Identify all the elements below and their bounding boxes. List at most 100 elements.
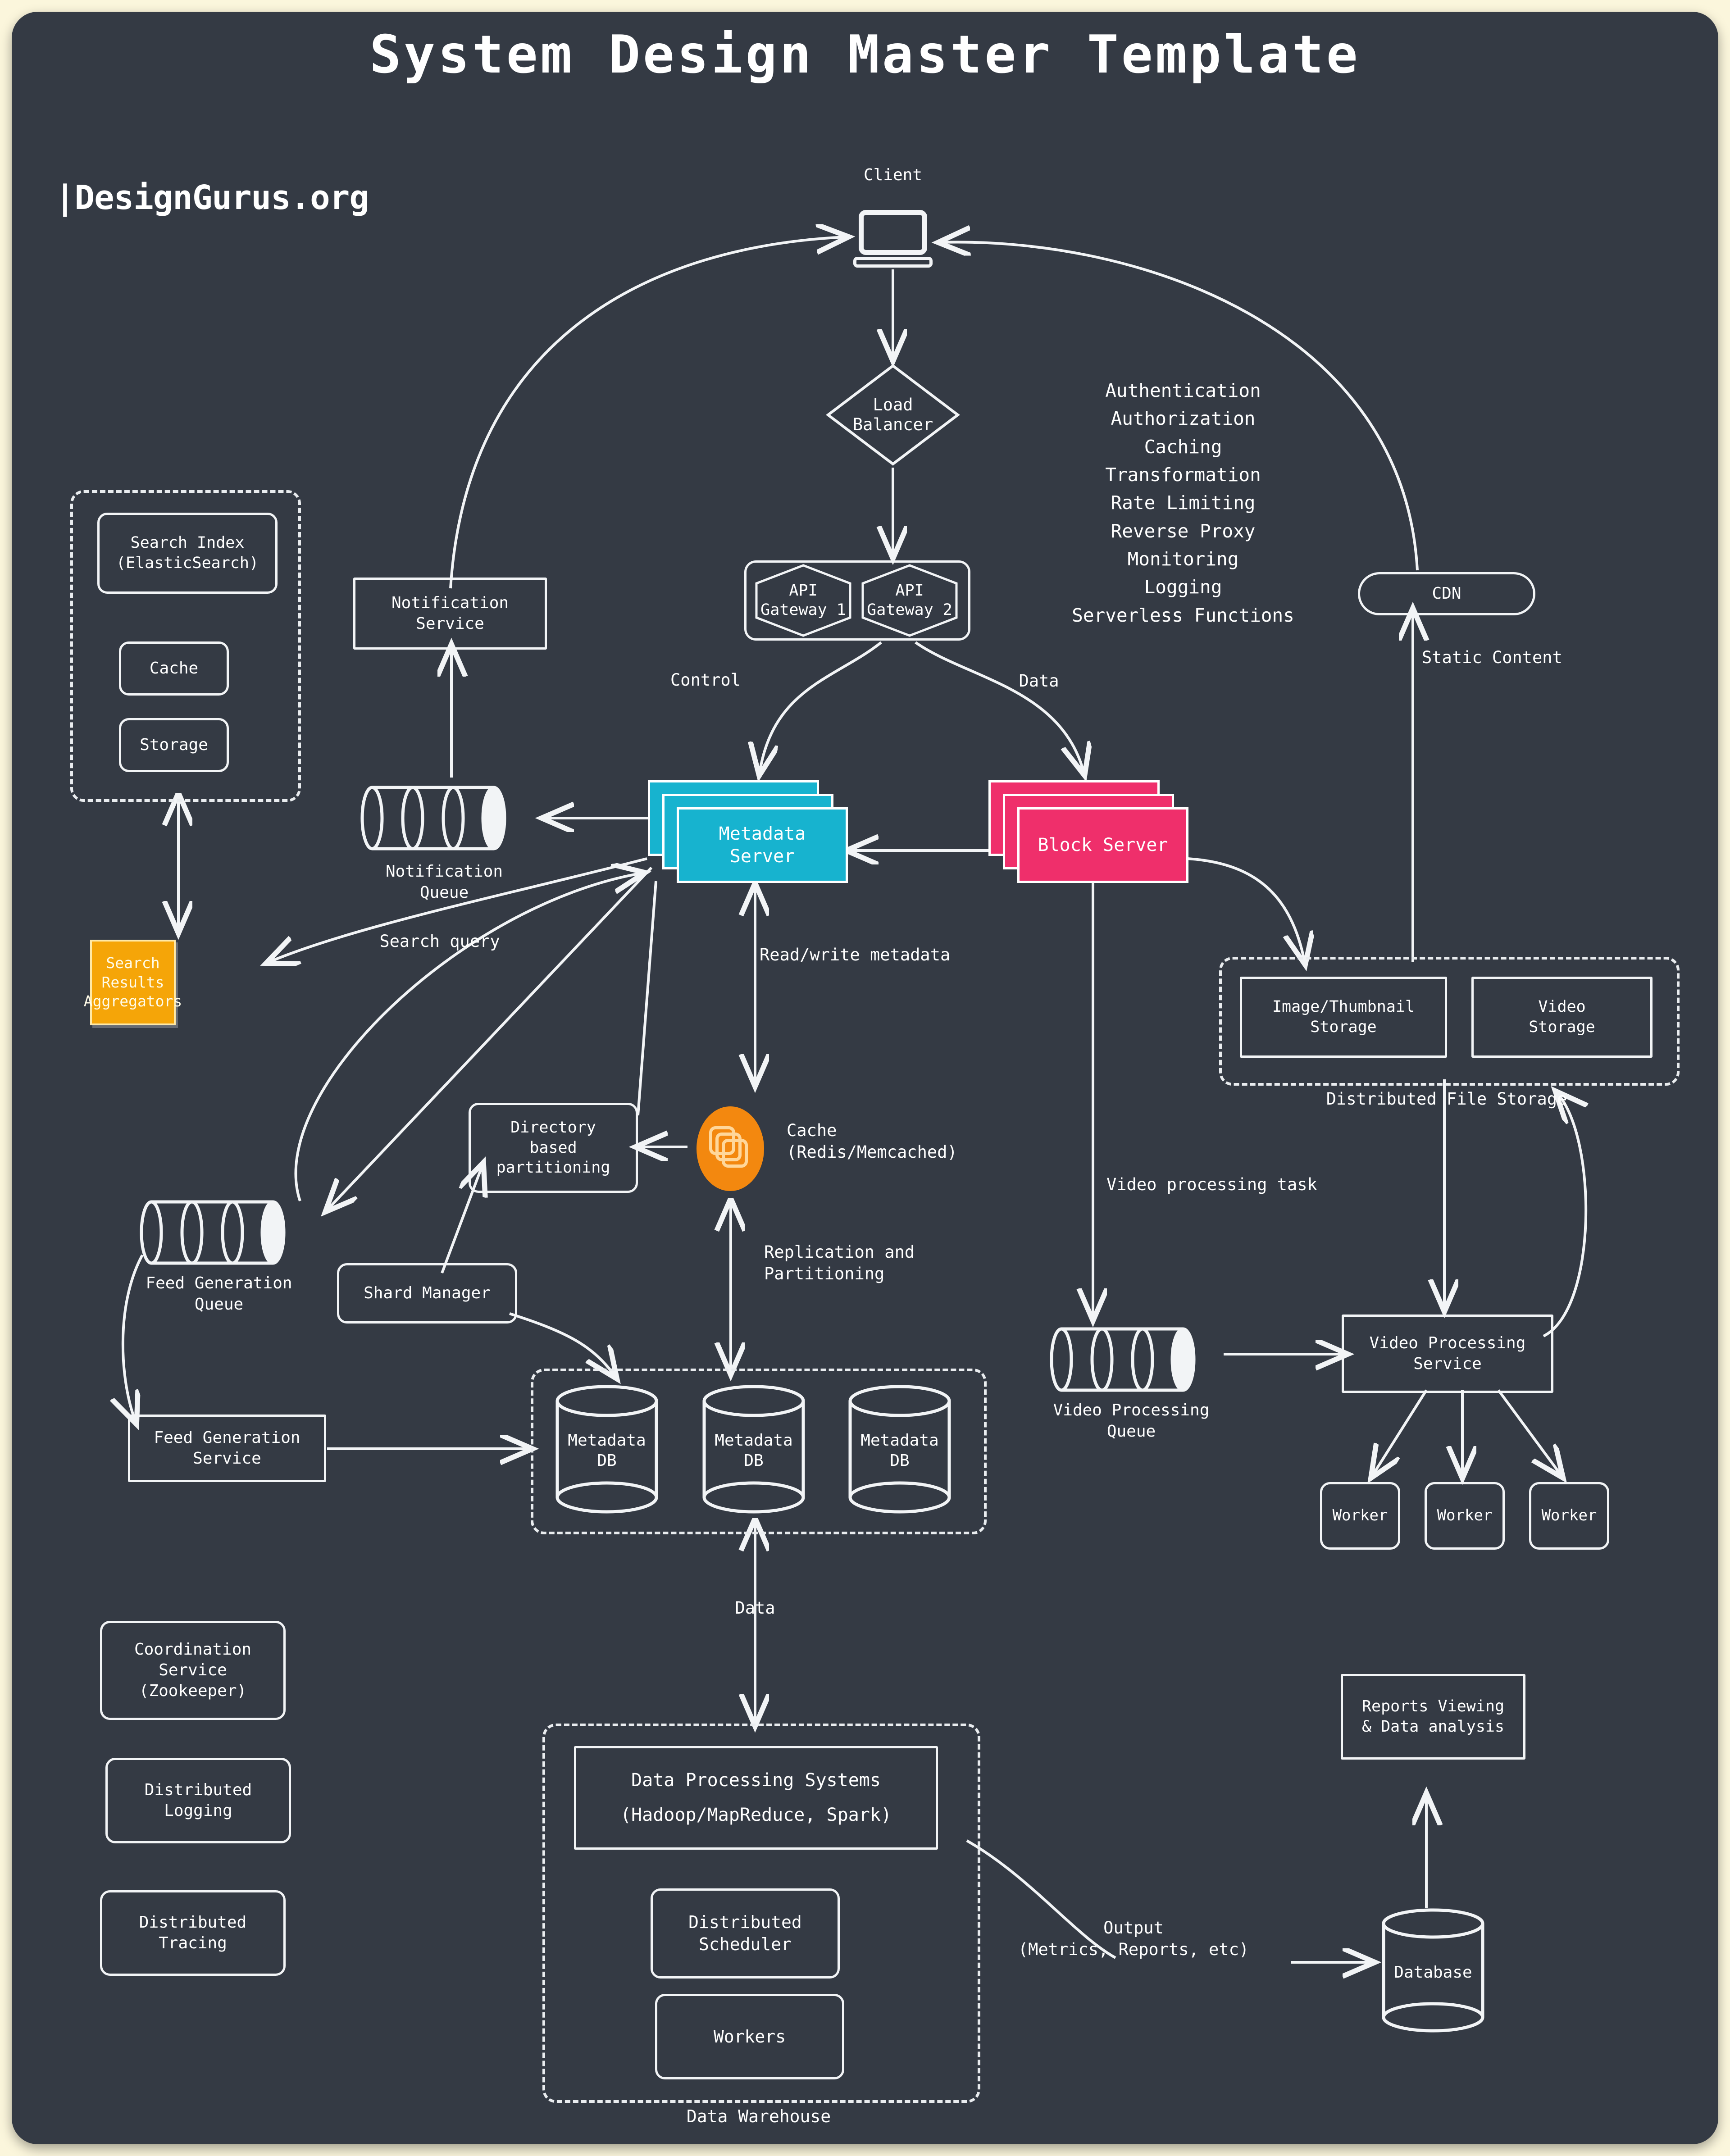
metadata-db-3-label: Metadata DB xyxy=(860,1431,939,1470)
api-gateway-1-node[interactable]: API Gateway 1 xyxy=(754,563,852,638)
video-processing-queue-node[interactable] xyxy=(1048,1319,1210,1400)
distributed-logging-node[interactable]: Distributed Logging xyxy=(105,1758,291,1843)
database-node[interactable]: Database xyxy=(1377,1907,1489,2033)
notification-queue-label: Notification Queue xyxy=(385,862,503,902)
gateway-feature-item: Monitoring xyxy=(1127,548,1239,570)
output-edge-label: Output (Metrics, Reports, etc) xyxy=(1018,1918,1249,1960)
distributed-scheduler-node[interactable]: Distributed Scheduler xyxy=(651,1888,840,1979)
metadata-db-2-label: Metadata DB xyxy=(715,1431,793,1470)
worker-3-label: Worker xyxy=(1541,1506,1597,1525)
distributed-logging-label: Distributed Logging xyxy=(144,1780,252,1820)
control-edge-label: Control xyxy=(670,670,741,690)
metadata-db-2-node[interactable]: Metadata DB xyxy=(697,1384,810,1515)
gateway-feature-item: Authentication xyxy=(1105,380,1261,401)
search-query-edge-label: Search query xyxy=(379,932,500,951)
feed-generation-service-label: Feed Generation Service xyxy=(154,1428,300,1468)
notification-service-label: Notification Service xyxy=(391,593,509,633)
search-storage-label: Storage xyxy=(140,735,208,754)
data-processing-systems-label: Data Processing Systems xyxy=(631,1769,881,1791)
image-thumbnail-storage-label: Image/Thumbnail Storage xyxy=(1272,998,1415,1036)
gateway-feature-item: Reverse Proxy xyxy=(1111,520,1256,542)
worker-2-node[interactable]: Worker xyxy=(1425,1482,1505,1550)
gateway-feature-item: Authorization xyxy=(1111,408,1256,430)
metadata-server-label: Metadata Server xyxy=(719,823,806,867)
worker-2-label: Worker xyxy=(1437,1506,1493,1525)
search-index-label: Search Index (ElasticSearch) xyxy=(116,534,259,572)
search-storage-node[interactable]: Storage xyxy=(119,718,229,772)
distributed-tracing-label: Distributed Tracing xyxy=(139,1913,247,1952)
gateway-feature-list: Authentication Authorization Caching Transf… xyxy=(1039,377,1327,629)
brand-watermark: |DesignGurus.org xyxy=(55,178,369,217)
reports-viewing-node[interactable]: Reports Viewing & Data analysis xyxy=(1341,1674,1525,1760)
gateway-feature-item: Rate Limiting xyxy=(1111,492,1256,514)
reports-viewing-label: Reports Viewing & Data analysis xyxy=(1361,1697,1505,1736)
load-balancer-label: Load Balancer xyxy=(852,395,933,434)
data-processing-systems-node[interactable]: Data Processing Systems (Hadoop/MapReduc… xyxy=(574,1746,938,1850)
coordination-service-label: Coordination Service (Zookeeper) xyxy=(134,1640,252,1701)
video-processing-task-edge-label: Video processing task xyxy=(1106,1175,1317,1194)
video-processing-queue-label: Video Processing Queue xyxy=(1053,1401,1210,1441)
cdn-label: CDN xyxy=(1432,584,1461,603)
metadata-server-node[interactable]: Metadata Server xyxy=(648,780,849,884)
worker-3-node[interactable]: Worker xyxy=(1529,1482,1609,1550)
replication-partitioning-edge-label: Replication and Partitioning xyxy=(764,1242,915,1284)
data-processing-systems-sublabel: (Hadoop/MapReduce, Spark) xyxy=(620,1805,892,1825)
search-results-aggregators-label: Search Results Aggregators xyxy=(83,954,182,1010)
data-warehouse-label: Data Warehouse xyxy=(686,2106,831,2126)
api-gateway-1-label: API Gateway 1 xyxy=(760,581,846,619)
cache-layer-front-icon xyxy=(722,1139,748,1168)
worker-1-label: Worker xyxy=(1332,1506,1388,1525)
feed-generation-queue-label: Feed Generation Queue xyxy=(146,1274,292,1314)
shard-manager-node[interactable]: Shard Manager xyxy=(337,1263,517,1324)
distributed-tracing-node[interactable]: Distributed Tracing xyxy=(100,1890,286,1976)
client-monitor-icon xyxy=(853,210,933,268)
metadata-db-1-node[interactable]: Metadata DB xyxy=(551,1384,663,1515)
read-write-metadata-edge-label: Read/write metadata xyxy=(760,945,951,964)
search-results-aggregators-node[interactable]: Search Results Aggregators xyxy=(84,940,182,1025)
cdn-node[interactable]: CDN xyxy=(1358,572,1535,615)
distributed-file-storage-label: Distributed File Storage xyxy=(1326,1089,1567,1109)
api-gateway-2-label: API Gateway 2 xyxy=(867,581,952,619)
coordination-service-node[interactable]: Coordination Service (Zookeeper) xyxy=(100,1621,286,1720)
static-content-label: Static Content xyxy=(1422,648,1562,667)
video-storage-node[interactable]: Video Storage xyxy=(1471,977,1653,1058)
notification-queue-node[interactable] xyxy=(359,778,521,859)
search-cache-node[interactable]: Cache xyxy=(119,641,229,696)
warehouse-workers-label: Workers xyxy=(713,2026,786,2047)
metadata-db-3-node[interactable]: Metadata DB xyxy=(843,1384,956,1515)
metadata-db-1-label: Metadata DB xyxy=(568,1431,646,1470)
gateway-feature-item: Serverless Functions xyxy=(1072,604,1294,626)
video-storage-label: Video Storage xyxy=(1529,998,1595,1036)
load-balancer-node[interactable]: Load Balancer xyxy=(825,363,961,467)
search-cache-label: Cache xyxy=(149,659,199,678)
queue-cylinder-shape xyxy=(360,786,506,851)
diagram-canvas: System Design Master Template |DesignGur… xyxy=(12,12,1718,2144)
block-server-label: Block Server xyxy=(1038,835,1168,855)
queue-cylinder-shape xyxy=(1050,1327,1196,1392)
gateway-feature-item: Caching xyxy=(1144,436,1222,458)
worker-1-node[interactable]: Worker xyxy=(1320,1482,1400,1550)
block-server-node[interactable]: Block Server xyxy=(988,780,1189,884)
database-label: Database xyxy=(1394,1963,1472,1982)
directory-based-partitioning-node[interactable]: Directory based partitioning xyxy=(469,1103,638,1193)
distributed-scheduler-label: Distributed Scheduler xyxy=(688,1912,802,1954)
data-warehouse-edge-label: Data xyxy=(735,1598,775,1618)
data-edge-label: Data xyxy=(1019,671,1059,691)
image-thumbnail-storage-node[interactable]: Image/Thumbnail Storage xyxy=(1240,977,1447,1058)
feed-generation-queue-node[interactable] xyxy=(138,1192,300,1273)
video-processing-service-node[interactable]: Video Processing Service xyxy=(1342,1315,1553,1393)
gateway-feature-item: Logging xyxy=(1144,576,1222,598)
directory-based-partitioning-label: Directory based partitioning xyxy=(496,1118,610,1177)
queue-cylinder-shape xyxy=(140,1200,286,1265)
cache-node[interactable] xyxy=(697,1106,764,1191)
cache-label: Cache (Redis/Memcached) xyxy=(787,1121,957,1162)
gateway-feature-item: Transformation xyxy=(1105,464,1261,486)
warehouse-workers-node[interactable]: Workers xyxy=(655,1994,844,2079)
search-index-node[interactable]: Search Index (ElasticSearch) xyxy=(97,513,278,594)
feed-generation-service-node[interactable]: Feed Generation Service xyxy=(128,1415,326,1482)
client-label: Client xyxy=(863,166,923,184)
shard-manager-label: Shard Manager xyxy=(364,1283,491,1302)
video-processing-service-label: Video Processing Service xyxy=(1369,1333,1526,1373)
notification-service-node[interactable]: Notification Service xyxy=(353,578,547,650)
api-gateway-2-node[interactable]: API Gateway 2 xyxy=(860,563,959,638)
